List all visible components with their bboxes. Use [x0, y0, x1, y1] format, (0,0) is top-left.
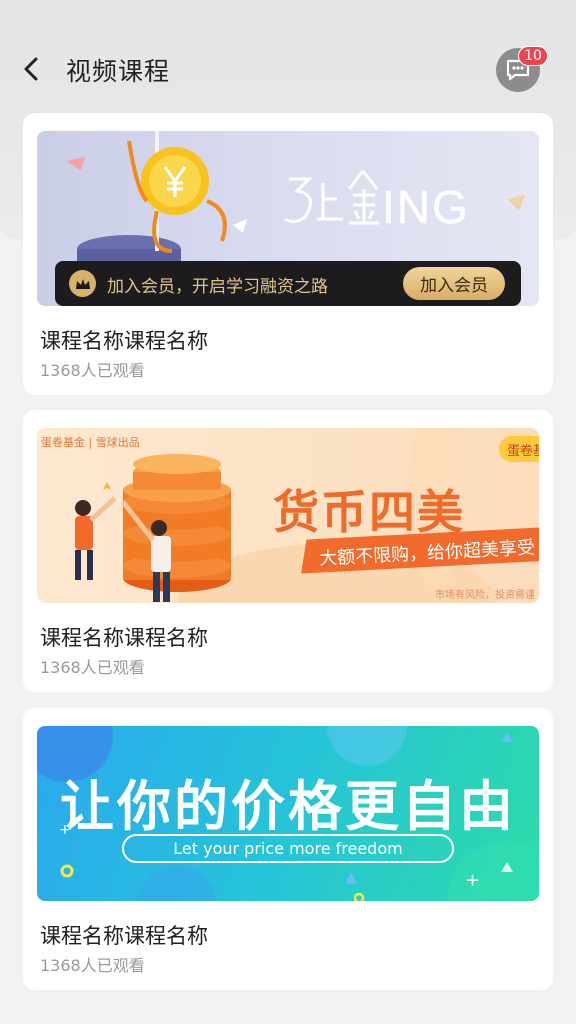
course-card[interactable]: ING 加入会员，开启学习融资之路 加入会员 课程名称课程名称 1368人已观看: [23, 113, 553, 395]
course-banner: 蛋卷基金 | 雪球出品 蛋卷基 货币四美 大额不限购，给你超美享受 市场有风险，…: [37, 428, 539, 603]
banner-brand: 蛋卷基金 | 雪球出品: [41, 436, 140, 449]
header: 视频课程 10: [0, 0, 576, 120]
banner-risk-note: 市场有风险，投资需谨: [435, 590, 535, 601]
back-arrow-icon: [24, 57, 38, 81]
svg-text:+: +: [465, 870, 480, 891]
join-vip-button[interactable]: 加入会员: [403, 267, 505, 300]
course-banner: + + 让你的价格更自由 Let your price more freedom: [37, 726, 539, 901]
course-view-count: 1368人已观看: [40, 361, 145, 380]
course-banner: ING 加入会员，开启学习融资之路 加入会员: [37, 131, 539, 306]
course-card[interactable]: 蛋卷基金 | 雪球出品 蛋卷基 货币四美 大额不限购，给你超美享受 市场有风险，…: [23, 410, 553, 692]
course-name: 课程名称课程名称: [40, 924, 208, 948]
course-view-count: 1368人已观看: [40, 658, 145, 677]
message-badge: 10: [518, 46, 548, 66]
back-button[interactable]: [14, 50, 48, 88]
course-view-count: 1368人已观看: [40, 956, 145, 975]
banner-headline: 让你的价格更自由: [60, 775, 516, 838]
svg-text:ING: ING: [382, 181, 470, 233]
course-name: 课程名称课程名称: [40, 626, 208, 650]
page-title: 视频课程: [66, 57, 171, 86]
banner-subline: Let your price more freedom: [122, 834, 454, 863]
banner-tag: 蛋卷基: [499, 436, 539, 462]
vip-promo-bar: 加入会员，开启学习融资之路 加入会员: [55, 261, 521, 306]
vip-promo-text: 加入会员，开启学习融资之路: [107, 277, 328, 297]
crown-icon: [69, 270, 96, 297]
course-name: 课程名称课程名称: [40, 329, 208, 353]
course-card[interactable]: + + 让你的价格更自由 Let your price more freedom…: [23, 708, 553, 990]
